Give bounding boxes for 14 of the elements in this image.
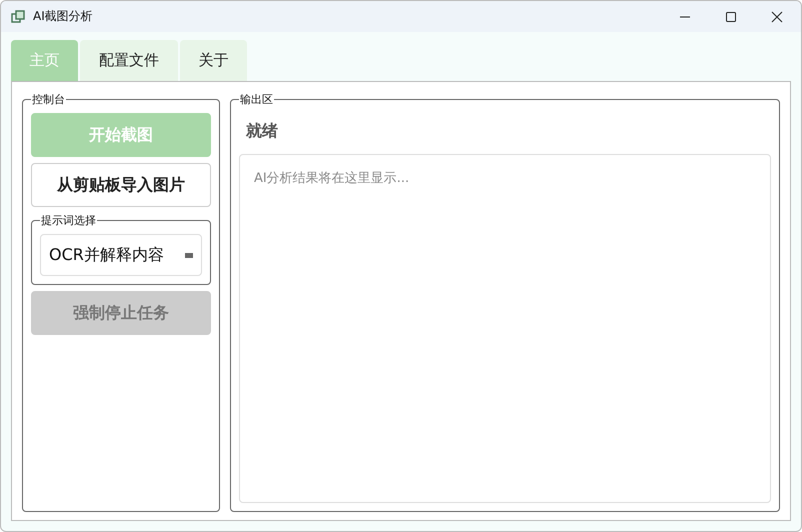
prompt-dropdown[interactable]: OCR并解释内容 <box>40 234 202 276</box>
close-icon[interactable] <box>771 10 783 22</box>
group-title: 提示词选择 <box>40 213 97 228</box>
tab[interactable]: 关于 <box>180 40 247 81</box>
action-button[interactable]: 从剪贴板导入图片 <box>31 163 211 207</box>
group-title: 输出区 <box>239 92 274 107</box>
app-icon <box>11 10 25 24</box>
group-title: 控制台 <box>31 92 66 107</box>
output-area[interactable]: AI分析结果将在这里显示... <box>239 154 771 503</box>
status-text: 就绪 <box>244 120 279 142</box>
maximize-icon[interactable] <box>725 10 737 22</box>
dropdown-icon <box>185 252 193 258</box>
tab[interactable]: 配置文件 <box>80 40 178 81</box>
window-title: AI截图分析 <box>33 8 93 25</box>
